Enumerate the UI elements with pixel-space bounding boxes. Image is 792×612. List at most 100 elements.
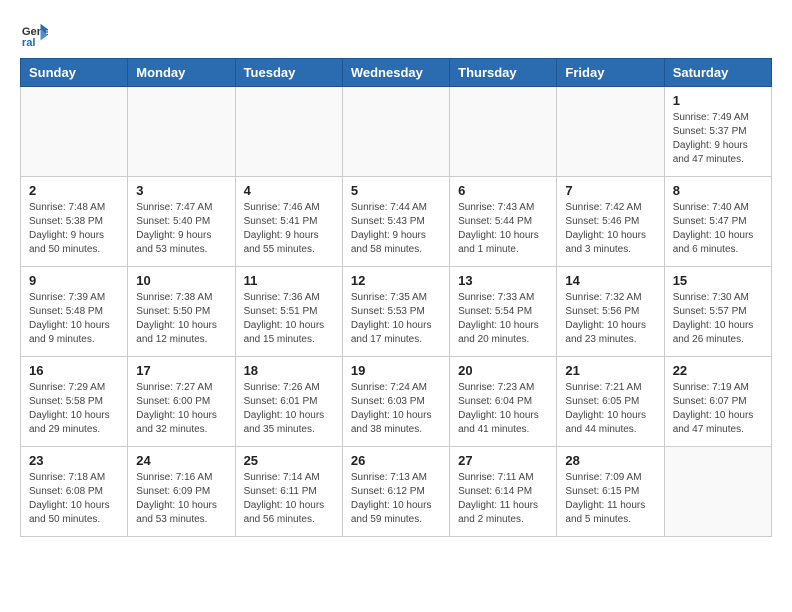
calendar-cell: 24Sunrise: 7:16 AM Sunset: 6:09 PM Dayli…: [128, 447, 235, 537]
calendar-cell: [557, 87, 664, 177]
day-number: 3: [136, 183, 226, 198]
logo-icon: Gene ral: [20, 20, 48, 48]
day-number: 21: [565, 363, 655, 378]
day-number: 9: [29, 273, 119, 288]
day-number: 12: [351, 273, 441, 288]
day-info: Sunrise: 7:27 AM Sunset: 6:00 PM Dayligh…: [136, 381, 226, 437]
calendar-cell: [664, 447, 771, 537]
calendar-cell: [235, 87, 342, 177]
day-number: 16: [29, 363, 119, 378]
day-info: Sunrise: 7:16 AM Sunset: 6:09 PM Dayligh…: [136, 471, 226, 527]
calendar-cell: 19 Sunrise: 7:24 AM Sunset: 6:03 PM Dayli…: [342, 357, 449, 447]
calendar-cell: 22Sunrise: 7:19 AM Sunset: 6:07 PM Dayli…: [664, 357, 771, 447]
column-header-monday: Monday: [128, 59, 235, 87]
calendar-table: SundayMondayTuesdayWednesdayThursdayFrid…: [20, 58, 772, 537]
calendar-cell: 25 Sunrise: 7:14 AM Sunset: 6:11 PM Dayli…: [235, 447, 342, 537]
day-number: 19: [351, 363, 441, 378]
column-header-tuesday: Tuesday: [235, 59, 342, 87]
day-info: Sunrise: 7:30 AM Sunset: 5:57 PM Dayligh…: [673, 291, 763, 347]
calendar-week-4: 16 Sunrise: 7:29 AM Sunset: 5:58 PM Dayli…: [21, 357, 772, 447]
calendar-cell: [450, 87, 557, 177]
day-number: 26: [351, 453, 441, 468]
calendar-cell: 27 Sunrise: 7:11 AM Sunset: 6:14 PM Dayli…: [450, 447, 557, 537]
day-info: Sunrise: 7:43 AM Sunset: 5:44 PM Dayligh…: [458, 201, 548, 257]
calendar-cell: [21, 87, 128, 177]
day-number: 8: [673, 183, 763, 198]
calendar-cell: 5 Sunrise: 7:44 AM Sunset: 5:43 PM Daylig…: [342, 177, 449, 267]
column-header-wednesday: Wednesday: [342, 59, 449, 87]
day-number: 7: [565, 183, 655, 198]
svg-text:ral: ral: [22, 37, 36, 48]
calendar-cell: 20Sunrise: 7:23 AM Sunset: 6:04 PM Dayli…: [450, 357, 557, 447]
calendar-week-3: 9 Sunrise: 7:39 AM Sunset: 5:48 PM Daylig…: [21, 267, 772, 357]
logo: Gene ral: [20, 20, 52, 48]
calendar-cell: 8 Sunrise: 7:40 AM Sunset: 5:47 PM Daylig…: [664, 177, 771, 267]
day-info: Sunrise: 7:38 AM Sunset: 5:50 PM Dayligh…: [136, 291, 226, 347]
day-number: 11: [244, 273, 334, 288]
day-info: Sunrise: 7:33 AM Sunset: 5:54 PM Dayligh…: [458, 291, 548, 347]
column-header-thursday: Thursday: [450, 59, 557, 87]
column-header-sunday: Sunday: [21, 59, 128, 87]
day-info: Sunrise: 7:35 AM Sunset: 5:53 PM Dayligh…: [351, 291, 441, 347]
calendar-cell: 15 Sunrise: 7:30 AM Sunset: 5:57 PM Dayli…: [664, 267, 771, 357]
day-info: Sunrise: 7:32 AM Sunset: 5:56 PM Dayligh…: [565, 291, 655, 347]
day-number: 25: [244, 453, 334, 468]
calendar-cell: 17 Sunrise: 7:27 AM Sunset: 6:00 PM Dayli…: [128, 357, 235, 447]
calendar-cell: 7 Sunrise: 7:42 AM Sunset: 5:46 PM Daylig…: [557, 177, 664, 267]
day-info: Sunrise: 7:18 AM Sunset: 6:08 PM Dayligh…: [29, 471, 119, 527]
day-info: Sunrise: 7:09 AM Sunset: 6:15 PM Dayligh…: [565, 471, 655, 527]
day-number: 27: [458, 453, 548, 468]
day-number: 13: [458, 273, 548, 288]
calendar-cell: 10 Sunrise: 7:38 AM Sunset: 5:50 PM Dayli…: [128, 267, 235, 357]
calendar-cell: 3 Sunrise: 7:47 AM Sunset: 5:40 PM Daylig…: [128, 177, 235, 267]
day-info: Sunrise: 7:44 AM Sunset: 5:43 PM Dayligh…: [351, 201, 441, 257]
calendar-cell: 11Sunrise: 7:36 AM Sunset: 5:51 PM Dayli…: [235, 267, 342, 357]
day-info: Sunrise: 7:46 AM Sunset: 5:41 PM Dayligh…: [244, 201, 334, 257]
day-info: Sunrise: 7:39 AM Sunset: 5:48 PM Dayligh…: [29, 291, 119, 347]
day-info: Sunrise: 7:26 AM Sunset: 6:01 PM Dayligh…: [244, 381, 334, 437]
day-info: Sunrise: 7:47 AM Sunset: 5:40 PM Dayligh…: [136, 201, 226, 257]
calendar-cell: [342, 87, 449, 177]
day-info: Sunrise: 7:21 AM Sunset: 6:05 PM Dayligh…: [565, 381, 655, 437]
calendar-cell: 12 Sunrise: 7:35 AM Sunset: 5:53 PM Dayli…: [342, 267, 449, 357]
day-info: Sunrise: 7:48 AM Sunset: 5:38 PM Dayligh…: [29, 201, 119, 257]
day-info: Sunrise: 7:29 AM Sunset: 5:58 PM Dayligh…: [29, 381, 119, 437]
day-number: 17: [136, 363, 226, 378]
header: Gene ral: [20, 20, 772, 48]
calendar-cell: 4 Sunrise: 7:46 AM Sunset: 5:41 PM Daylig…: [235, 177, 342, 267]
calendar-cell: 9 Sunrise: 7:39 AM Sunset: 5:48 PM Daylig…: [21, 267, 128, 357]
day-number: 5: [351, 183, 441, 198]
day-number: 22: [673, 363, 763, 378]
day-number: 10: [136, 273, 226, 288]
calendar-cell: 18Sunrise: 7:26 AM Sunset: 6:01 PM Dayli…: [235, 357, 342, 447]
day-info: Sunrise: 7:24 AM Sunset: 6:03 PM Dayligh…: [351, 381, 441, 437]
column-header-friday: Friday: [557, 59, 664, 87]
calendar-cell: 6Sunrise: 7:43 AM Sunset: 5:44 PM Daylig…: [450, 177, 557, 267]
day-info: Sunrise: 7:11 AM Sunset: 6:14 PM Dayligh…: [458, 471, 548, 527]
day-number: 4: [244, 183, 334, 198]
day-info: Sunrise: 7:13 AM Sunset: 6:12 PM Dayligh…: [351, 471, 441, 527]
calendar-cell: 1Sunrise: 7:49 AM Sunset: 5:37 PM Daylig…: [664, 87, 771, 177]
calendar-week-5: 23 Sunrise: 7:18 AM Sunset: 6:08 PM Dayli…: [21, 447, 772, 537]
day-info: Sunrise: 7:42 AM Sunset: 5:46 PM Dayligh…: [565, 201, 655, 257]
day-info: Sunrise: 7:14 AM Sunset: 6:11 PM Dayligh…: [244, 471, 334, 527]
day-number: 14: [565, 273, 655, 288]
day-info: Sunrise: 7:40 AM Sunset: 5:47 PM Dayligh…: [673, 201, 763, 257]
calendar-cell: [128, 87, 235, 177]
day-info: Sunrise: 7:23 AM Sunset: 6:04 PM Dayligh…: [458, 381, 548, 437]
calendar-cell: 13 Sunrise: 7:33 AM Sunset: 5:54 PM Dayli…: [450, 267, 557, 357]
day-number: 28: [565, 453, 655, 468]
day-number: 2: [29, 183, 119, 198]
calendar-cell: 23 Sunrise: 7:18 AM Sunset: 6:08 PM Dayli…: [21, 447, 128, 537]
calendar-cell: 21 Sunrise: 7:21 AM Sunset: 6:05 PM Dayli…: [557, 357, 664, 447]
calendar-cell: 26 Sunrise: 7:13 AM Sunset: 6:12 PM Dayli…: [342, 447, 449, 537]
day-number: 1: [673, 93, 763, 108]
day-number: 15: [673, 273, 763, 288]
calendar-cell: 28 Sunrise: 7:09 AM Sunset: 6:15 PM Dayli…: [557, 447, 664, 537]
day-number: 23: [29, 453, 119, 468]
calendar-header-row: SundayMondayTuesdayWednesdayThursdayFrid…: [21, 59, 772, 87]
column-header-saturday: Saturday: [664, 59, 771, 87]
calendar-week-2: 2 Sunrise: 7:48 AM Sunset: 5:38 PM Daylig…: [21, 177, 772, 267]
calendar-cell: 16 Sunrise: 7:29 AM Sunset: 5:58 PM Dayli…: [21, 357, 128, 447]
calendar-cell: 2 Sunrise: 7:48 AM Sunset: 5:38 PM Daylig…: [21, 177, 128, 267]
